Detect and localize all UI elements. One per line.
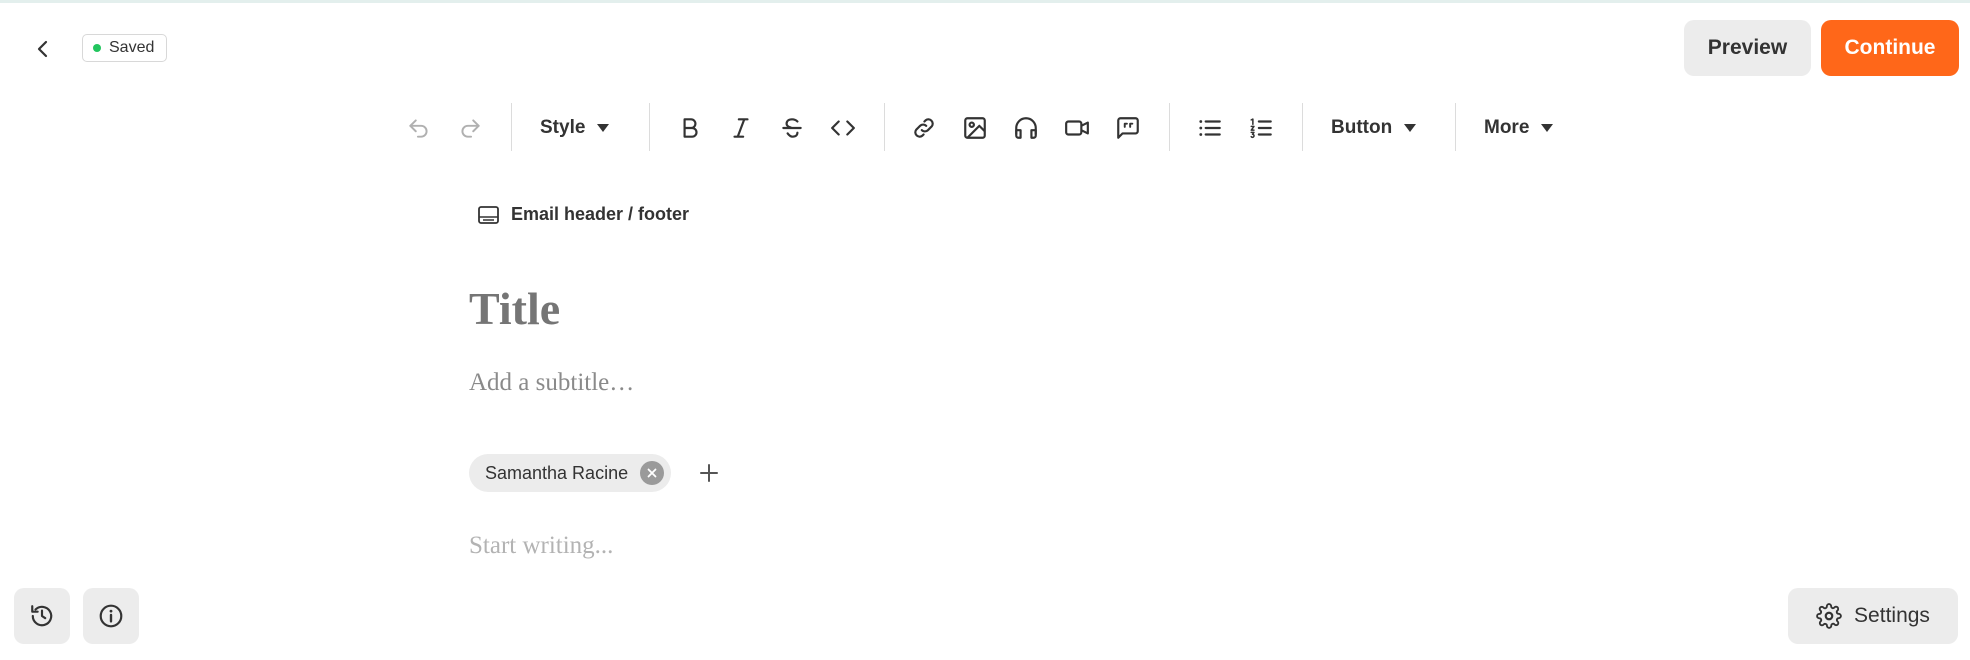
- numbered-list-button[interactable]: [1241, 108, 1281, 148]
- author-name: Samantha Racine: [485, 462, 629, 483]
- author-chip: Samantha Racine: [469, 454, 672, 492]
- video-button[interactable]: [1057, 108, 1097, 148]
- quote-button[interactable]: [1108, 108, 1148, 148]
- settings-button[interactable]: Settings: [1788, 588, 1958, 644]
- numbered-list-icon: [1250, 118, 1272, 139]
- toolbar-divider: [1169, 103, 1170, 151]
- email-header-footer-button[interactable]: Email header / footer: [478, 204, 689, 225]
- bulleted-list-icon: [1199, 120, 1221, 136]
- email-header-footer-label: Email header / footer: [511, 204, 690, 224]
- strikethrough-button[interactable]: [772, 108, 812, 148]
- settings-label: Settings: [1854, 604, 1930, 627]
- subtitle-input[interactable]: Add a subtitle…: [469, 369, 634, 397]
- toolbar-divider: [1455, 103, 1456, 151]
- code-icon: [831, 120, 855, 136]
- italic-icon: [733, 118, 749, 138]
- link-icon: [914, 118, 934, 138]
- audio-button[interactable]: [1006, 108, 1046, 148]
- title-input[interactable]: Title: [469, 282, 560, 335]
- undo-icon: [409, 119, 428, 138]
- gear-icon: [1816, 603, 1842, 629]
- body-editor[interactable]: Start writing...: [469, 532, 613, 560]
- saved-dot-icon: [93, 44, 101, 52]
- italic-button[interactable]: [721, 108, 761, 148]
- video-icon: [1065, 120, 1089, 136]
- add-author-button[interactable]: [695, 459, 723, 487]
- top-accent-line: [0, 0, 1970, 3]
- remove-author-button[interactable]: [640, 461, 665, 485]
- image-button[interactable]: [955, 108, 995, 148]
- style-dropdown-label: Style: [540, 117, 586, 138]
- saved-status-label: Saved: [109, 39, 155, 56]
- more-dropdown-label: More: [1484, 117, 1530, 138]
- continue-button[interactable]: Continue: [1821, 20, 1959, 76]
- history-icon: [31, 605, 53, 627]
- bold-button[interactable]: [670, 108, 710, 148]
- back-button[interactable]: [26, 32, 60, 66]
- preview-button[interactable]: Preview: [1684, 20, 1811, 76]
- strikethrough-icon: [782, 118, 802, 138]
- chevron-left-icon: [37, 40, 48, 58]
- toolbar-divider: [511, 103, 512, 151]
- saved-status-badge: Saved: [82, 34, 168, 62]
- redo-icon: [461, 119, 480, 138]
- toolbar-divider: [884, 103, 885, 151]
- button-dropdown[interactable]: Button: [1331, 110, 1417, 146]
- bulleted-list-button[interactable]: [1190, 108, 1230, 148]
- quote-icon: [1117, 117, 1139, 139]
- more-dropdown[interactable]: More: [1484, 110, 1554, 146]
- style-dropdown[interactable]: Style: [540, 110, 610, 146]
- caret-down-icon: [1541, 124, 1554, 132]
- bold-icon: [683, 118, 698, 138]
- caret-down-icon: [597, 124, 610, 132]
- undo-button[interactable]: [399, 108, 439, 148]
- toolbar-divider: [1302, 103, 1303, 151]
- audio-icon: [1015, 117, 1037, 139]
- code-button[interactable]: [823, 108, 863, 148]
- info-button[interactable]: [83, 588, 139, 644]
- image-icon: [964, 117, 986, 139]
- button-dropdown-label: Button: [1331, 117, 1393, 138]
- link-button[interactable]: [904, 108, 944, 148]
- plus-icon: [700, 464, 718, 482]
- email-header-footer-icon: [478, 205, 499, 224]
- history-button[interactable]: [14, 588, 70, 644]
- close-icon: [647, 468, 657, 478]
- caret-down-icon: [1404, 124, 1417, 132]
- info-icon: [99, 604, 123, 628]
- toolbar-divider: [649, 103, 650, 151]
- redo-button[interactable]: [450, 108, 490, 148]
